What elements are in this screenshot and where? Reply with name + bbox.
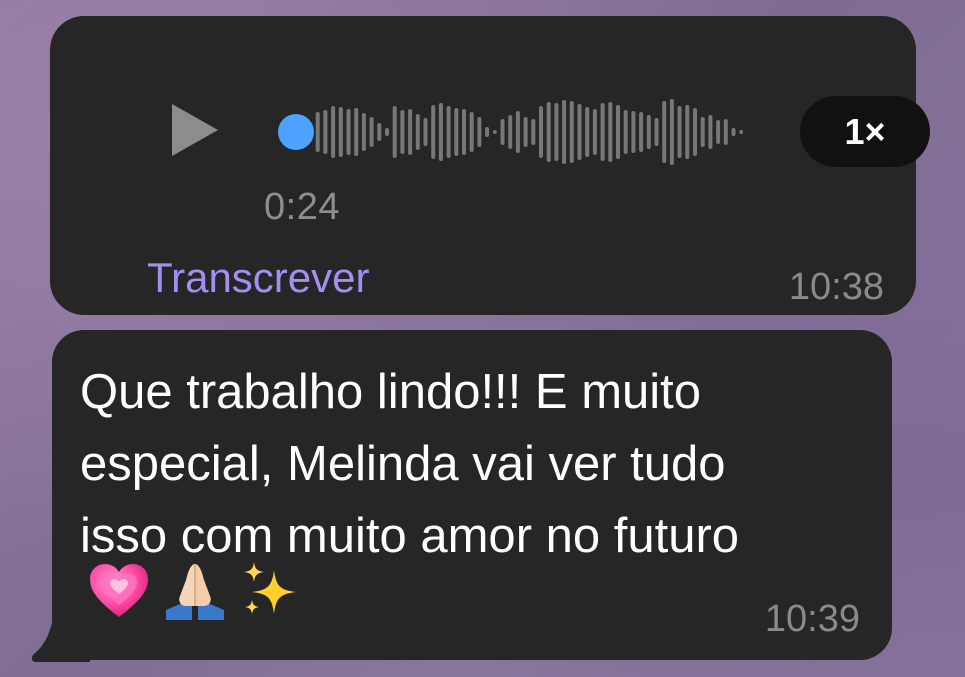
waveform-bar: [354, 108, 359, 156]
waveform-bar: [739, 130, 743, 134]
waveform-bar: [546, 102, 551, 162]
waveform-bar: [454, 108, 459, 156]
waveform-bar: [723, 119, 728, 145]
playback-speed-button[interactable]: 1×: [800, 96, 930, 167]
waveform-bar: [423, 118, 428, 146]
waveform-bar: [446, 106, 451, 158]
play-icon: [172, 104, 218, 156]
waveform-bar: [685, 105, 690, 159]
waveform-bar: [669, 99, 674, 165]
waveform-bar: [408, 109, 413, 155]
waveform-bar: [554, 103, 559, 161]
waveform-bar: [646, 115, 651, 149]
waveform-bar: [369, 117, 374, 147]
waveform-bar: [677, 106, 682, 158]
waveform-bar: [515, 111, 520, 153]
waveform-bar: [323, 110, 328, 154]
waveform-bar: [431, 105, 436, 159]
waveform-bar: [693, 108, 697, 156]
waveform-bar: [577, 104, 582, 160]
waveform-bar: [377, 123, 382, 141]
waveform-bar: [608, 102, 613, 162]
waveform-bar: [500, 119, 505, 145]
waveform-bar: [639, 112, 644, 152]
waveform-bar: [361, 113, 366, 151]
waveform-bar: [539, 106, 543, 158]
waveform-bar: [346, 109, 351, 155]
waveform-bar: [600, 103, 605, 161]
waveform-bar: [592, 109, 597, 155]
waveform-bar: [585, 107, 590, 157]
waveform-bar: [523, 117, 528, 147]
waveform-bar: [716, 120, 721, 144]
voice-duration: 0:24: [264, 186, 340, 228]
audio-waveform[interactable]: [278, 94, 743, 170]
waveform-bar: [708, 115, 713, 149]
scrubber-dot-icon[interactable]: [278, 114, 314, 150]
emoji-row: [88, 560, 300, 622]
waveform-bar: [400, 110, 405, 154]
transcribe-button[interactable]: Transcrever: [147, 254, 370, 302]
voice-message-bubble[interactable]: 0:24 1× Transcrever 10:38: [50, 16, 930, 315]
waveform-bar: [438, 103, 443, 161]
waveform-bar: [462, 109, 466, 155]
waveform-bar: [385, 128, 389, 136]
growing-heart-emoji: [90, 564, 148, 617]
waveform-bar: [662, 101, 667, 163]
voice-message-timestamp: 10:38: [788, 266, 884, 308]
waveform-bar: [654, 118, 659, 146]
folded-hands-emoji: [166, 564, 224, 620]
waveform-bar: [492, 130, 497, 134]
waveform-bar: [531, 119, 536, 145]
waveform-bar: [631, 111, 636, 153]
waveform-bar: [315, 112, 320, 152]
waveform-bar: [616, 105, 620, 159]
waveform-bar: [392, 106, 397, 158]
waveform-bar: [562, 100, 567, 164]
waveform-bar: [569, 101, 574, 163]
waveform-bar: [469, 112, 474, 152]
text-message-timestamp: 10:39: [764, 598, 860, 640]
play-button[interactable]: [170, 102, 222, 158]
waveform-bar: [331, 106, 336, 158]
text-message-bubble[interactable]: Que trabalho lindo!!! E muito especial, …: [52, 330, 892, 660]
waveform-bar: [623, 110, 628, 154]
message-text: Que trabalho lindo!!! E muito especial, …: [80, 365, 740, 563]
waveform-bar: [731, 128, 736, 136]
waveform-bar: [477, 117, 482, 147]
sparkles-emoji: [244, 562, 296, 614]
waveform-bar: [485, 127, 490, 137]
waveform-bar: [700, 117, 705, 147]
waveform-bar: [415, 114, 420, 150]
waveform-bar: [508, 115, 513, 149]
waveform-bar: [338, 107, 343, 157]
